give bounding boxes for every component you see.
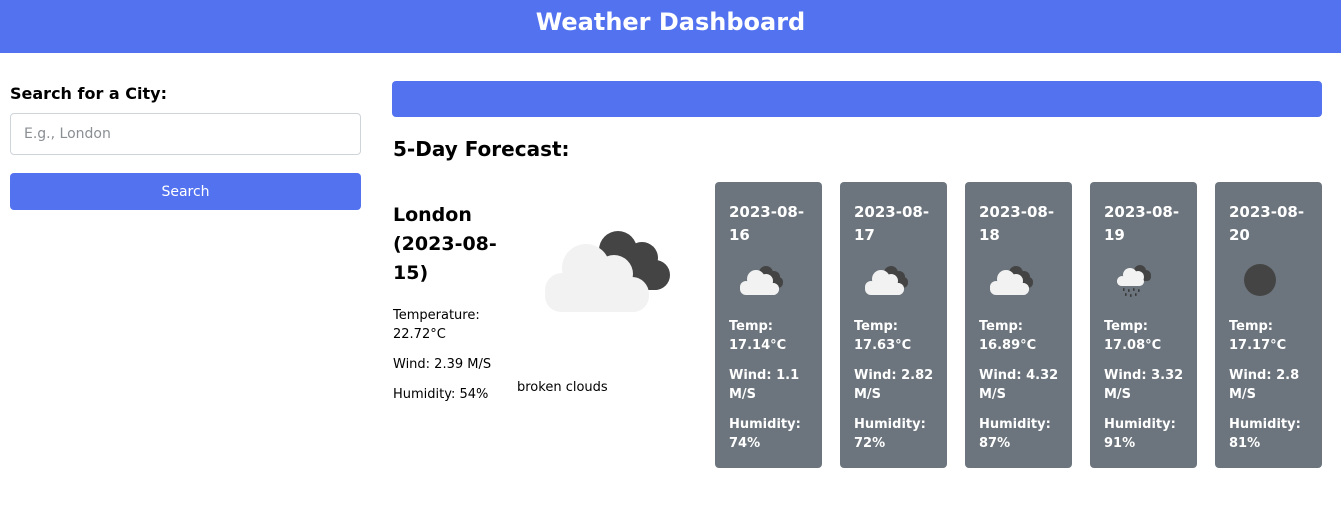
forecast-temp: Temp: 17.17°C (1229, 319, 1287, 353)
search-button[interactable]: Search (10, 173, 361, 210)
broken-clouds-icon (865, 266, 908, 295)
forecast-wind: Wind: 1.1 M/S (729, 368, 800, 402)
forecast-wind: Wind: 4.32 M/S (979, 368, 1059, 402)
forecast-humidity: Humidity: 87% (979, 417, 1051, 451)
forecast-temp: Temp: 17.63°C (854, 319, 912, 353)
forecast-date: 2023-08-19 (1104, 203, 1180, 244)
forecast-humidity: Humidity: 81% (1229, 417, 1301, 451)
overcast-clouds-icon (1244, 264, 1276, 296)
forecast-card: 2023-08-20 Temp: 17.17°C Wind: 2.8 M/S H… (1215, 182, 1322, 468)
forecast-date: 2023-08-18 (979, 203, 1055, 244)
search-input[interactable] (10, 113, 361, 155)
forecast-humidity: Humidity: 72% (854, 417, 926, 451)
forecast-card: 2023-08-16 Temp: 17.14°C Wind: 1.1 M/S H… (715, 182, 822, 468)
forecast-humidity: Humidity: 74% (729, 417, 801, 451)
rain-icon (1117, 265, 1151, 297)
forecast-temp: Temp: 17.08°C (1104, 319, 1162, 353)
forecast-date: 2023-08-20 (1229, 203, 1305, 244)
forecast-date: 2023-08-16 (729, 203, 805, 244)
current-description: broken clouds (517, 380, 608, 395)
search-history-bar (392, 81, 1322, 117)
page-title: Weather Dashboard (535, 7, 806, 36)
current-city-title: London (2023-08-15) (393, 204, 497, 284)
broken-clouds-icon (545, 231, 670, 312)
current-temperature: Temperature: 22.72°C (393, 308, 480, 342)
forecast-wind: Wind: 2.82 M/S (854, 368, 934, 402)
forecast-temp: Temp: 17.14°C (729, 319, 787, 353)
forecast-humidity: Humidity: 91% (1104, 417, 1176, 451)
forecast-heading: 5-Day Forecast: (393, 137, 570, 161)
current-humidity: Humidity: 54% (393, 387, 489, 402)
forecast-wind: Wind: 2.8 M/S (1229, 368, 1300, 402)
forecast-temp: Temp: 16.89°C (979, 319, 1037, 353)
header-bar: Weather Dashboard (0, 0, 1341, 53)
forecast-card: 2023-08-17 Temp: 17.63°C Wind: 2.82 M/S … (840, 182, 947, 468)
search-label: Search for a City: (10, 84, 167, 103)
current-wind: Wind: 2.39 M/S (393, 357, 492, 372)
forecast-date: 2023-08-17 (854, 203, 930, 244)
forecast-wind: Wind: 3.32 M/S (1104, 368, 1184, 402)
broken-clouds-icon (990, 266, 1033, 295)
forecast-card: 2023-08-19 Temp: 17.08°C Wind: 3.32 M/S … (1090, 182, 1197, 468)
forecast-card: 2023-08-18 Temp: 16.89°C Wind: 4.32 M/S … (965, 182, 1072, 468)
broken-clouds-icon (740, 266, 783, 295)
